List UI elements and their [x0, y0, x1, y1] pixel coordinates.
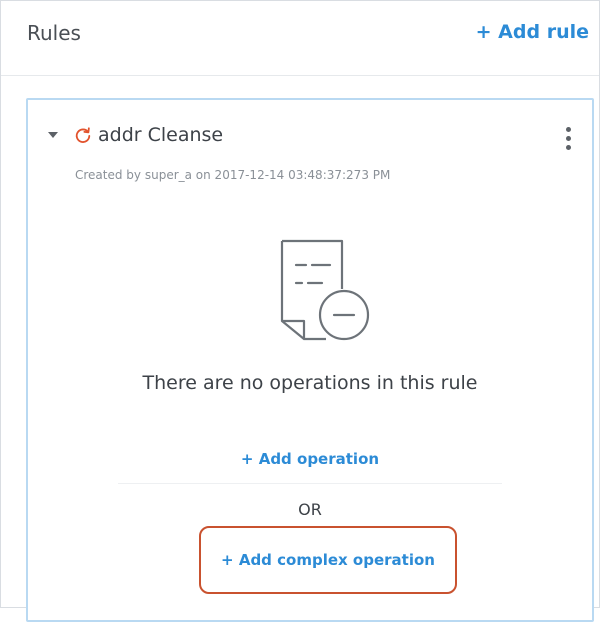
- divider: [118, 483, 502, 484]
- add-operation-button[interactable]: + Add operation: [241, 450, 379, 468]
- or-label: OR: [298, 500, 322, 519]
- created-by-text: Created by super_a on 2017-12-14 03:48:3…: [75, 168, 391, 182]
- rules-panel: Rules + Add rule addr Cleanse Created by…: [0, 0, 600, 622]
- kebab-dot: [566, 136, 571, 141]
- document-remove-icon: [280, 239, 370, 341]
- rule-name: addr Cleanse: [98, 124, 224, 146]
- page-title: Rules: [27, 21, 81, 45]
- kebab-dot: [566, 145, 571, 150]
- kebab-dot: [566, 127, 571, 132]
- add-complex-operation-button[interactable]: + Add complex operation: [199, 526, 457, 594]
- add-rule-button[interactable]: + Add rule: [476, 21, 589, 43]
- refresh-icon: [75, 127, 91, 143]
- empty-state-message: There are no operations in this rule: [142, 372, 478, 394]
- caret-down-icon[interactable]: [48, 132, 58, 138]
- kebab-menu-icon[interactable]: [566, 127, 572, 150]
- rules-header: Rules + Add rule: [1, 1, 599, 76]
- rule-card: addr Cleanse Created by super_a on 2017-…: [26, 98, 594, 622]
- rule-header: addr Cleanse: [48, 120, 223, 150]
- add-operation-row: + Add operation: [28, 450, 592, 468]
